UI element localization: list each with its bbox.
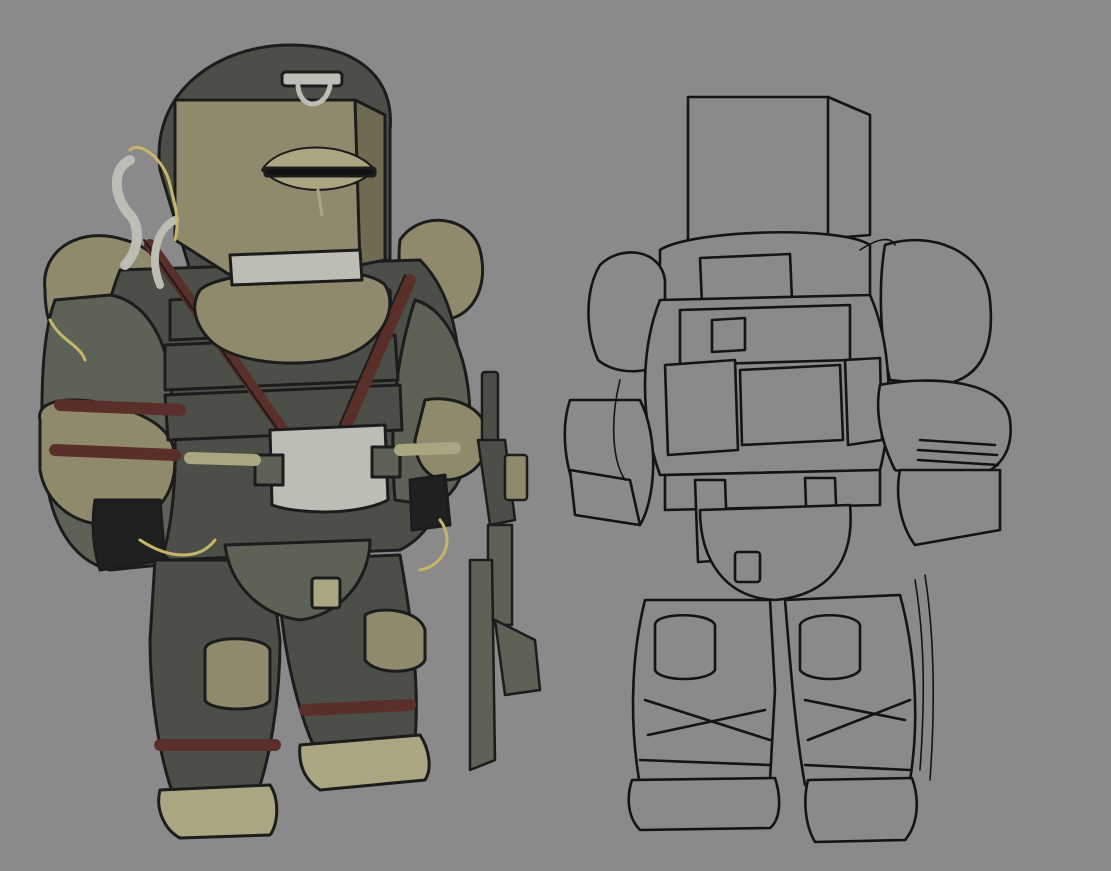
- lineart-left-chest-pouch: [663, 358, 740, 457]
- helmet-side-face: [353, 98, 387, 267]
- waist-belt-right: [394, 442, 461, 456]
- right-glove: [408, 473, 452, 532]
- lineart-center-chest-pouch: [738, 363, 845, 447]
- lineart-chest-panel: [678, 303, 852, 367]
- lineart-right-boot: [804, 776, 918, 844]
- chest-plate: [268, 423, 390, 514]
- left-boot: [157, 783, 279, 840]
- lineart-chest-patch: [710, 316, 747, 354]
- helmet-top-handle: [280, 70, 344, 88]
- visor-slit: [263, 166, 377, 178]
- lineart-box-helmet: [686, 95, 872, 252]
- lineart-right-knee-pad: [798, 614, 862, 681]
- left-knee-pad: [203, 637, 272, 711]
- illustration-canvas: [0, 0, 1111, 871]
- artwork-svg: [0, 0, 1111, 871]
- waist-belt-left: [184, 452, 261, 466]
- lineart-left-knee-pad: [653, 613, 717, 681]
- lineart-right-chest-pouch: [843, 356, 884, 447]
- lineart-groin-pouch: [733, 550, 762, 584]
- groin-pouch: [310, 576, 342, 610]
- helmet-chin-band: [228, 248, 364, 287]
- right-boot: [298, 733, 431, 792]
- right-knee-pad: [363, 608, 427, 673]
- lineart-left-boot: [627, 776, 781, 832]
- lineart-right-glove: [896, 468, 1002, 547]
